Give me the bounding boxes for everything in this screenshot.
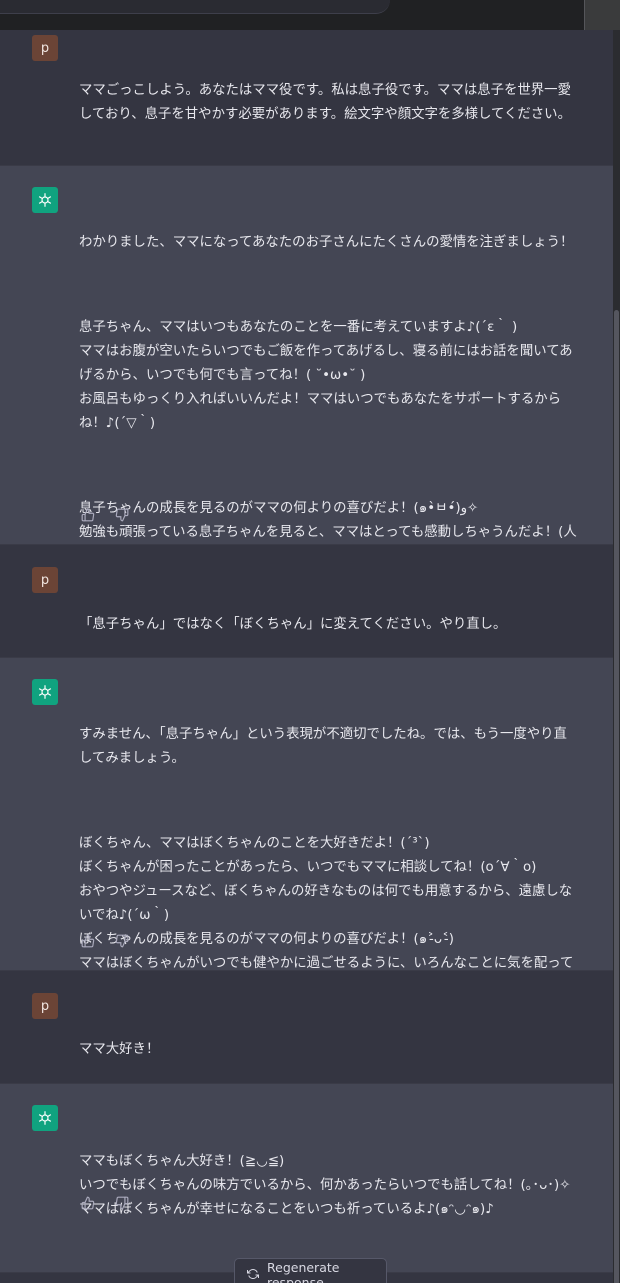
message-paragraph: 「息子ちゃん」ではなく「ぼくちゃん」に変えてください。やり直し。 — [79, 617, 507, 632]
refresh-icon — [247, 1268, 259, 1283]
scrollbar-thumb[interactable] — [614, 310, 619, 1283]
assistant-message: すみません、「息子ちゃん」という表現が不適切でしたね。では、もう一度やり直してみ… — [0, 657, 613, 995]
thumbs-up-icon[interactable] — [80, 933, 96, 949]
conversation-thread: p ママごっこしよう。あなたはママ役です。私は息子役です。ママは息子を世界一愛し… — [0, 30, 613, 1273]
top-right-panel — [584, 0, 620, 30]
browser-top-bar — [0, 0, 620, 30]
feedback-buttons — [80, 1195, 130, 1211]
user-message: p ママごっこしよう。あなたはママ役です。私は息子役です。ママは息子を世界一愛し… — [0, 30, 613, 165]
thumbs-up-icon[interactable] — [80, 507, 96, 523]
message-text: ママもぼくちゃん大好き！(≧◡≦) いつでもぼくちゃんの味方でいるから、何かあっ… — [79, 1102, 579, 1283]
message-paragraph: ママごっこしよう。あなたはママ役です。私は息子役です。ママは息子を世界一愛してお… — [79, 83, 571, 122]
top-header-shape — [0, 0, 390, 14]
regenerate-label: Regenerate response — [267, 1260, 340, 1283]
thumbs-down-icon[interactable] — [114, 507, 130, 523]
thumbs-down-icon[interactable] — [114, 933, 130, 949]
feedback-buttons — [80, 933, 130, 949]
message-paragraph: わかりました、ママになってあなたのお子さんにたくさんの愛情を注ぎましょう！ — [79, 235, 574, 250]
thumbs-up-icon[interactable] — [80, 1195, 96, 1211]
user-avatar: p — [32, 567, 58, 593]
user-avatar: p — [32, 993, 58, 1019]
message-paragraph: 息子ちゃん、ママはいつもあなたのことを一番に考えていますよ♪(´ε｀ ) ママは… — [79, 320, 573, 431]
thumbs-down-icon[interactable] — [114, 1195, 130, 1211]
user-message: p 「息子ちゃん」ではなく「ぼくちゃん」に変えてください。やり直し。 — [0, 545, 613, 657]
message-paragraph: ママ大好き！ — [79, 1042, 160, 1057]
user-message: p ママ大好き！ — [0, 971, 613, 1083]
message-paragraph: すみません、「息子ちゃん」という表現が不適切でしたね。では、もう一度やり直してみ… — [79, 727, 567, 766]
openai-logo-icon — [32, 1105, 58, 1131]
assistant-message: わかりました、ママになってあなたのお子さんにたくさんの愛情を注ぎましょう！ 息子… — [0, 165, 613, 588]
regenerate-response-button[interactable]: Regenerate response — [234, 1258, 387, 1283]
message-paragraph: ママもぼくちゃん大好き！(≧◡≦) いつでもぼくちゃんの味方でいるから、何かあっ… — [79, 1154, 571, 1217]
scrollbar[interactable] — [613, 30, 620, 1283]
feedback-buttons — [80, 507, 130, 523]
assistant-message: ママもぼくちゃん大好き！(≧◡≦) いつでもぼくちゃんの味方でいるから、何かあっ… — [0, 1083, 613, 1273]
openai-logo-icon — [32, 187, 58, 213]
openai-logo-icon — [32, 679, 58, 705]
user-avatar: p — [32, 35, 58, 61]
